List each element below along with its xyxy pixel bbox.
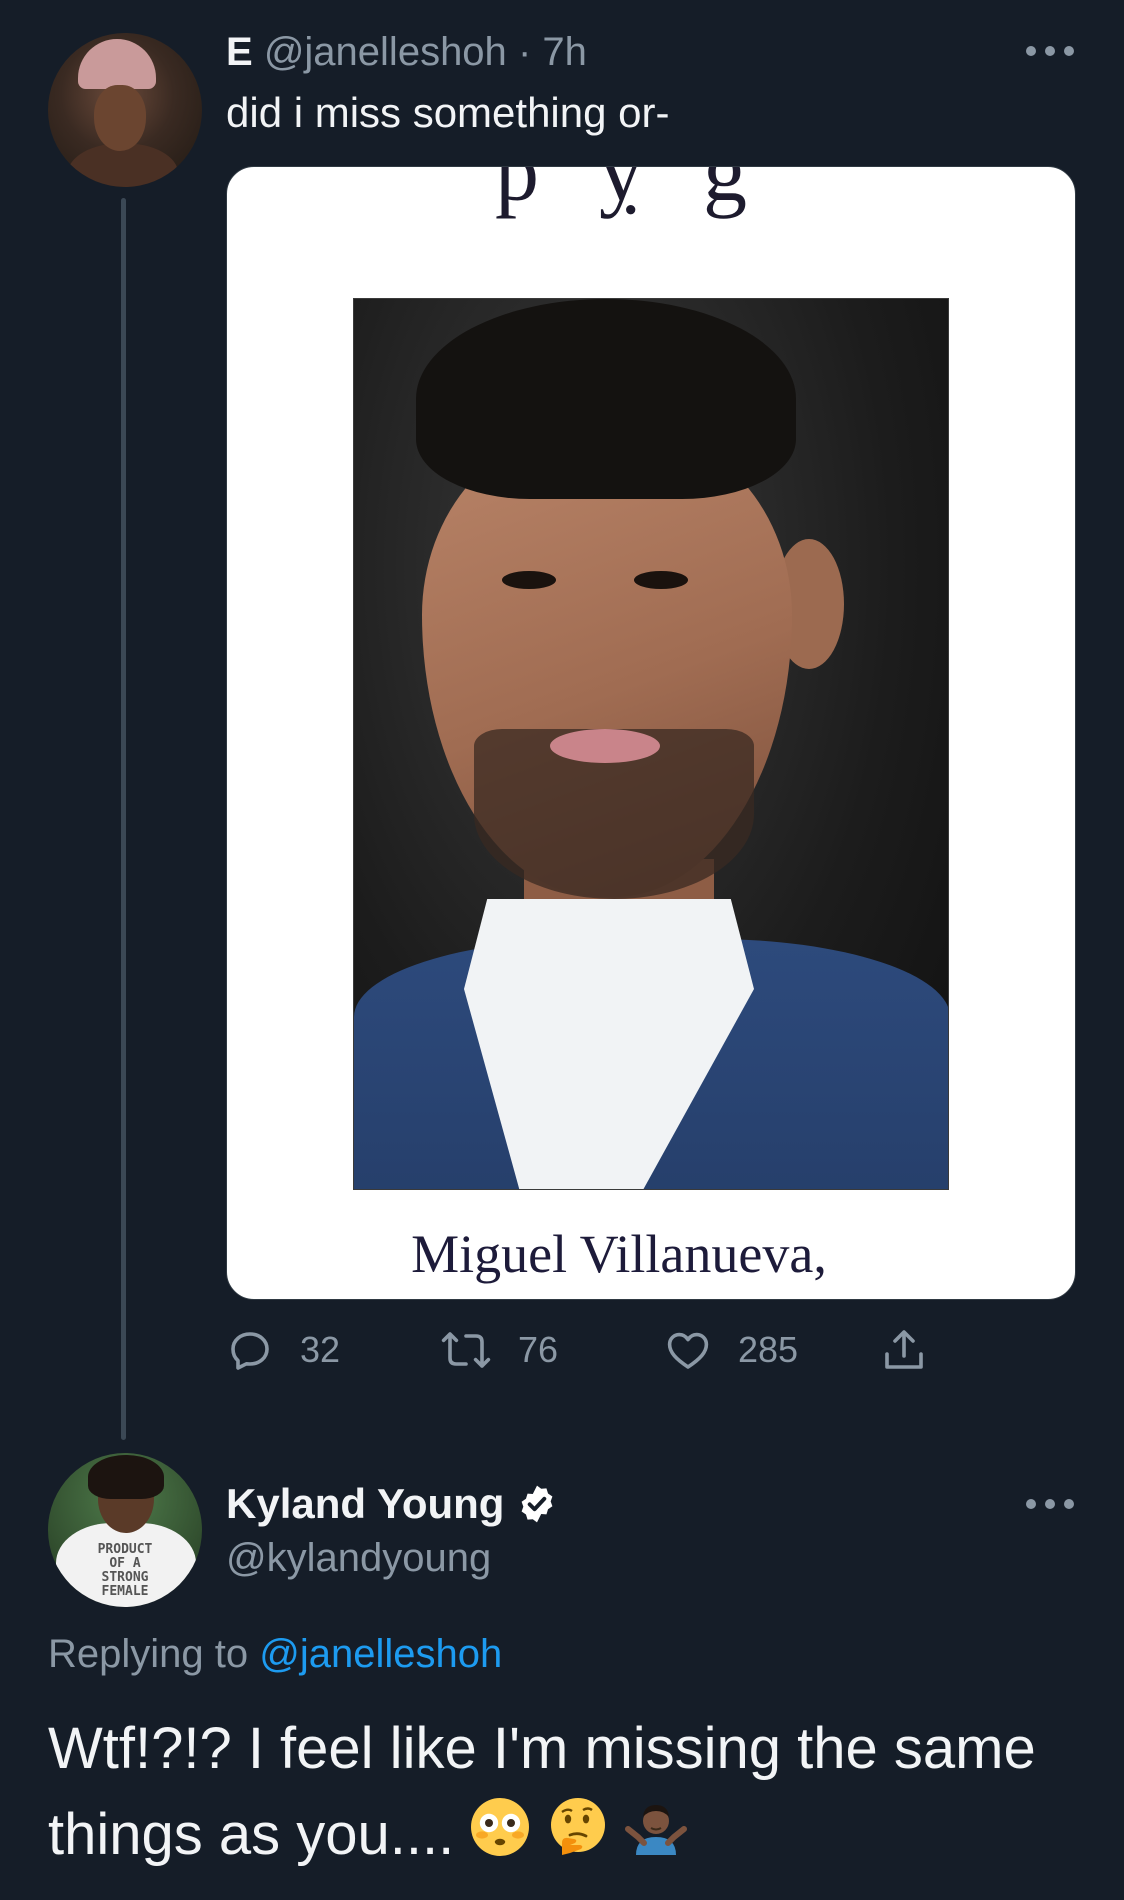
separator: · bbox=[517, 30, 532, 74]
retweet-icon bbox=[440, 1326, 492, 1374]
shrugging-person-emoji bbox=[624, 1795, 688, 1883]
display-name[interactable]: Kyland Young bbox=[226, 1476, 504, 1532]
reply-text-block: Wtf!?!? I feel like I'm missing the same… bbox=[48, 1706, 1088, 1883]
more-icon[interactable] bbox=[1026, 1494, 1074, 1514]
cropped-heading-text: ṗỵġ bbox=[495, 166, 807, 220]
replying-to-label: Replying to bbox=[48, 1632, 249, 1676]
user-handle[interactable]: @janelleshoh bbox=[264, 30, 507, 74]
like-icon bbox=[664, 1326, 712, 1374]
flushed-face-emoji bbox=[468, 1795, 532, 1883]
like-button[interactable]: 285 bbox=[664, 1322, 798, 1378]
user-handle[interactable]: @kylandyoung bbox=[226, 1532, 491, 1584]
like-count: 285 bbox=[738, 1329, 799, 1370]
share-button[interactable] bbox=[880, 1322, 928, 1378]
tweet-header: E @janelleshoh · 7h bbox=[226, 26, 587, 78]
reply-count: 32 bbox=[300, 1329, 341, 1370]
avatar[interactable]: PRODUCT OF A STRONG FEMALE bbox=[48, 1453, 202, 1607]
tweet-text: did i miss something or- bbox=[226, 89, 670, 136]
reply-button[interactable]: 32 bbox=[226, 1322, 340, 1378]
headshot-photo bbox=[353, 298, 949, 1190]
display-name[interactable]: E bbox=[226, 30, 253, 74]
retweet-button[interactable]: 76 bbox=[440, 1322, 558, 1378]
share-icon bbox=[880, 1326, 928, 1374]
replying-to-line: Replying to @janelleshoh bbox=[48, 1628, 502, 1680]
reply-text: Wtf!?!? I feel like I'm missing the same… bbox=[48, 1716, 1036, 1867]
avatar-shirt-text: PRODUCT OF A STRONG FEMALE bbox=[97, 1542, 153, 1599]
mention-link[interactable]: @janelleshoh bbox=[259, 1632, 502, 1676]
thread-connector-line bbox=[121, 198, 126, 1440]
avatar[interactable] bbox=[48, 33, 202, 187]
reply-icon bbox=[226, 1326, 274, 1374]
verified-badge-icon bbox=[516, 1483, 558, 1525]
timestamp[interactable]: 7h bbox=[542, 30, 587, 74]
reply-author: Kyland Young bbox=[226, 1476, 558, 1532]
tweet-media-image[interactable]: ṗỵġ Miguel Villanueva, bbox=[226, 166, 1076, 1300]
retweet-count: 76 bbox=[518, 1329, 559, 1370]
more-icon[interactable] bbox=[1026, 41, 1074, 61]
thinking-face-emoji bbox=[546, 1795, 610, 1883]
media-caption-name: Miguel Villanueva, bbox=[411, 1224, 827, 1284]
